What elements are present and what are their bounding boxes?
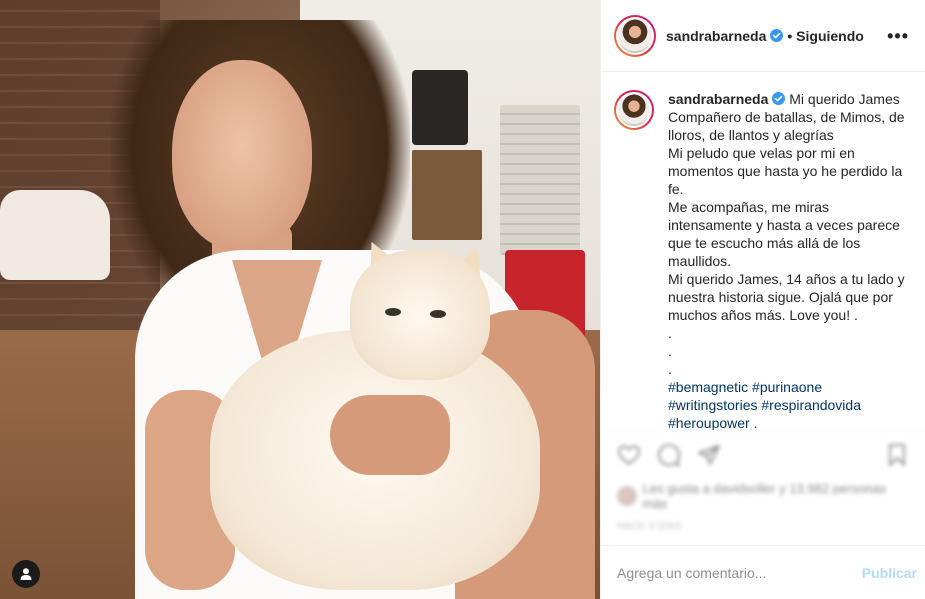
- photo-woman-hand: [330, 395, 450, 475]
- likes-summary[interactable]: Les gusta a davidsoller y 13.982 persona…: [617, 481, 909, 511]
- action-icons-row: [617, 439, 909, 473]
- comment-input[interactable]: [617, 564, 862, 581]
- avatar[interactable]: [614, 90, 654, 130]
- bookmark-icon[interactable]: [885, 443, 909, 470]
- hashtag-link[interactable]: #heroupower .: [668, 415, 758, 430]
- avatar[interactable]: [614, 14, 656, 57]
- avatar-frame: [616, 16, 654, 55]
- publish-button[interactable]: Publicar: [862, 565, 917, 581]
- caption-username[interactable]: sandrabarneda: [668, 91, 768, 107]
- photo-cat-eye: [430, 310, 446, 318]
- photo-shelf: [412, 150, 482, 240]
- photo-woman-face: [172, 60, 312, 250]
- follow-status-button[interactable]: • Siguiendo: [787, 28, 863, 44]
- comment-icon[interactable]: [657, 443, 681, 470]
- photo-camera: [412, 70, 468, 145]
- avatar-frame: [616, 92, 652, 128]
- caption-text: Mi querido James Compañero de batallas, …: [668, 91, 905, 377]
- tagged-users-button[interactable]: [12, 560, 40, 588]
- share-icon[interactable]: [697, 443, 721, 470]
- user-icon: [20, 568, 32, 580]
- post-photo[interactable]: [0, 0, 600, 599]
- verified-badge-icon: [770, 29, 784, 42]
- comments-list[interactable]: sandrabarneda Mi querido James Compañero…: [601, 72, 925, 430]
- photo-chair: [0, 190, 110, 280]
- avatar-image: [618, 94, 650, 126]
- likes-text: Les gusta a davidsoller y 13.982 persona…: [642, 481, 887, 511]
- add-comment-bar: Publicar: [601, 545, 925, 599]
- more-dots-icon[interactable]: •••: [887, 27, 909, 45]
- avatar-image: [618, 18, 652, 53]
- hashtag-link[interactable]: #writingstories #respirandovida: [668, 397, 861, 413]
- heart-icon[interactable]: [617, 443, 641, 470]
- photo-books: [500, 105, 580, 255]
- post-timestamp[interactable]: HACE 3 DÍAS: [617, 521, 909, 532]
- hashtag-link[interactable]: #bemagnetic #purinaone: [668, 379, 822, 395]
- photo-cat-head: [350, 250, 490, 380]
- avatar: [617, 486, 637, 506]
- post-header: sandrabarneda • Siguiendo •••: [601, 0, 925, 72]
- instagram-post: sandrabarneda • Siguiendo ••• sandrabarn…: [0, 0, 925, 599]
- post-caption: sandrabarneda Mi querido James Compañero…: [668, 90, 913, 430]
- photo-cat-eye: [385, 308, 401, 316]
- post-side-panel: sandrabarneda • Siguiendo ••• sandrabarn…: [600, 0, 925, 599]
- author-username[interactable]: sandrabarneda: [666, 28, 766, 44]
- post-actions: Les gusta a davidsoller y 13.982 persona…: [601, 430, 925, 545]
- verified-badge-icon: [772, 92, 786, 105]
